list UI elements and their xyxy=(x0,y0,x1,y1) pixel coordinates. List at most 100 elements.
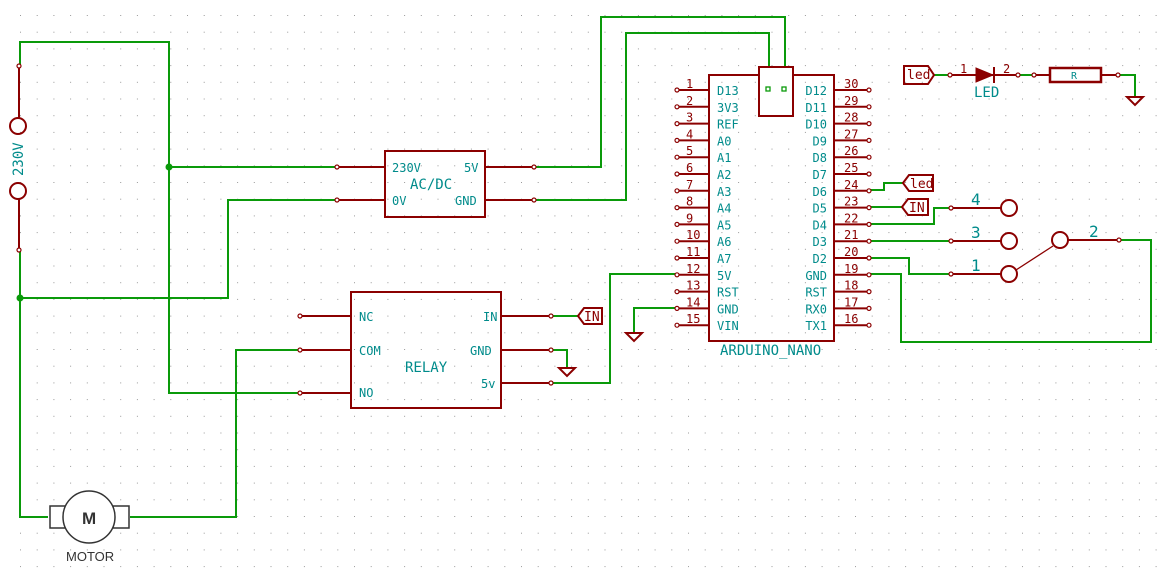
svg-text:A4: A4 xyxy=(717,202,731,216)
svg-text:led: led xyxy=(910,177,933,192)
svg-text:RST: RST xyxy=(717,286,739,300)
svg-text:1: 1 xyxy=(686,77,693,91)
svg-text:19: 19 xyxy=(844,262,858,276)
acdc-pin-gnd: GND xyxy=(455,194,477,208)
arduino-title: ARDUINO_NANO xyxy=(720,343,821,359)
svg-text:14: 14 xyxy=(686,295,700,309)
svg-text:7: 7 xyxy=(686,178,693,192)
ground-symbol-led xyxy=(1124,96,1146,107)
svg-text:GND: GND xyxy=(717,302,739,316)
svg-text:D2: D2 xyxy=(813,252,827,266)
svg-text:D4: D4 xyxy=(813,218,827,232)
power-source-label: 230V xyxy=(11,142,27,176)
switch-common: 2 xyxy=(1089,222,1099,241)
svg-text:TX1: TX1 xyxy=(805,319,827,333)
svg-text:IN: IN xyxy=(584,310,600,325)
svg-text:A2: A2 xyxy=(717,168,731,182)
acdc-title: AC/DC xyxy=(410,177,452,193)
svg-text:D11: D11 xyxy=(805,101,827,115)
svg-text:GND: GND xyxy=(805,269,827,283)
svg-text:21: 21 xyxy=(844,228,858,242)
svg-text:13: 13 xyxy=(686,279,700,293)
svg-text:27: 27 xyxy=(844,127,858,141)
svg-text:18: 18 xyxy=(844,279,858,293)
svg-text:11: 11 xyxy=(686,245,700,259)
led-pin-2: 2 xyxy=(1003,62,1010,76)
arduino-nano[interactable]: 1 D13 2 3V3 3 REF 4 A0 5 A1 6 A2 7 A3 8 A4 9 A5 10 A6 11 A7 12… xyxy=(674,66,872,359)
relay-module[interactable]: NC COM NO IN GND 5v RELAY xyxy=(297,291,554,409)
junction-dot xyxy=(165,163,173,171)
switch-pos-4: 4 xyxy=(971,190,981,209)
svg-text:D8: D8 xyxy=(813,151,827,165)
svg-text:3: 3 xyxy=(686,111,693,125)
net-label-in-d5[interactable]: IN xyxy=(900,198,929,216)
relay-title: RELAY xyxy=(405,360,448,376)
net-label-led-top[interactable]: led xyxy=(903,65,936,85)
resistor-label: R xyxy=(1071,71,1078,82)
svg-text:REF: REF xyxy=(717,118,739,132)
svg-text:28: 28 xyxy=(844,111,858,125)
svg-text:D5: D5 xyxy=(813,202,827,216)
relay-pin-5v: 5v xyxy=(481,377,495,391)
motor-label: MOTOR xyxy=(66,549,114,564)
switch-pos-1: 1 xyxy=(971,256,981,275)
svg-text:A1: A1 xyxy=(717,151,731,165)
motor-symbol: M xyxy=(82,509,96,528)
acdc-pin-5v: 5V xyxy=(464,161,478,175)
relay-pin-com: COM xyxy=(359,344,381,358)
svg-text:6: 6 xyxy=(686,161,693,175)
arduino-pin-d12[interactable]: 30 D12 xyxy=(805,77,872,98)
svg-text:10: 10 xyxy=(686,228,700,242)
motor[interactable]: M MOTOR xyxy=(49,490,130,564)
svg-text:24: 24 xyxy=(844,178,858,192)
svg-text:25: 25 xyxy=(844,161,858,175)
resistor[interactable]: R xyxy=(1031,66,1121,84)
svg-text:4: 4 xyxy=(686,127,693,141)
junction-dot xyxy=(16,294,24,302)
svg-text:15: 15 xyxy=(686,312,700,326)
svg-text:RST: RST xyxy=(805,286,827,300)
svg-text:D12: D12 xyxy=(805,84,827,98)
svg-text:D9: D9 xyxy=(813,134,827,148)
svg-text:A3: A3 xyxy=(717,185,731,199)
led-component[interactable]: 1 2 LED xyxy=(947,62,1021,101)
svg-text:3V3: 3V3 xyxy=(717,101,739,115)
relay-pin-nc: NC xyxy=(359,310,373,324)
svg-text:12: 12 xyxy=(686,262,700,276)
net-label-led-d6[interactable]: led xyxy=(901,174,934,192)
svg-text:8: 8 xyxy=(686,195,693,209)
svg-text:A0: A0 xyxy=(717,134,731,148)
net-label-in-relay[interactable]: IN xyxy=(576,307,603,325)
led-pin-1: 1 xyxy=(960,62,967,76)
led-label: LED xyxy=(974,85,999,101)
relay-pin-gnd: GND xyxy=(470,344,492,358)
svg-text:D3: D3 xyxy=(813,235,827,249)
relay-pin-in: IN xyxy=(483,310,497,324)
svg-text:29: 29 xyxy=(844,94,858,108)
svg-text:22: 22 xyxy=(844,211,858,225)
schematic-canvas[interactable]: 230V 230V 0V 5V GND AC/DC NC COM NO IN G… xyxy=(0,0,1160,573)
svg-text:9: 9 xyxy=(686,211,693,225)
svg-text:A6: A6 xyxy=(717,235,731,249)
svg-text:IN: IN xyxy=(909,201,925,216)
power-source-230v[interactable]: 230V xyxy=(9,63,27,253)
svg-text:VIN: VIN xyxy=(717,319,739,333)
svg-text:5: 5 xyxy=(686,144,693,158)
svg-text:26: 26 xyxy=(844,144,858,158)
svg-text:2: 2 xyxy=(686,94,693,108)
ground-symbol-arduino xyxy=(623,332,645,343)
svg-text:led: led xyxy=(907,68,930,83)
acdc-pin-230v: 230V xyxy=(392,161,421,175)
svg-text:17: 17 xyxy=(844,295,858,309)
svg-text:RX0: RX0 xyxy=(805,302,827,316)
rotary-switch[interactable]: 4 3 1 2 xyxy=(948,190,1122,283)
ground-symbol-relay xyxy=(556,367,578,378)
svg-text:20: 20 xyxy=(844,245,858,259)
acdc-converter[interactable]: 230V 0V 5V GND AC/DC xyxy=(334,150,537,218)
svg-text:5V: 5V xyxy=(717,269,731,283)
svg-text:D7: D7 xyxy=(813,168,827,182)
svg-text:D10: D10 xyxy=(805,118,827,132)
arduino-pin-d13[interactable]: 1 D13 xyxy=(674,77,739,98)
svg-text:16: 16 xyxy=(844,312,858,326)
acdc-pin-0v: 0V xyxy=(392,194,406,208)
